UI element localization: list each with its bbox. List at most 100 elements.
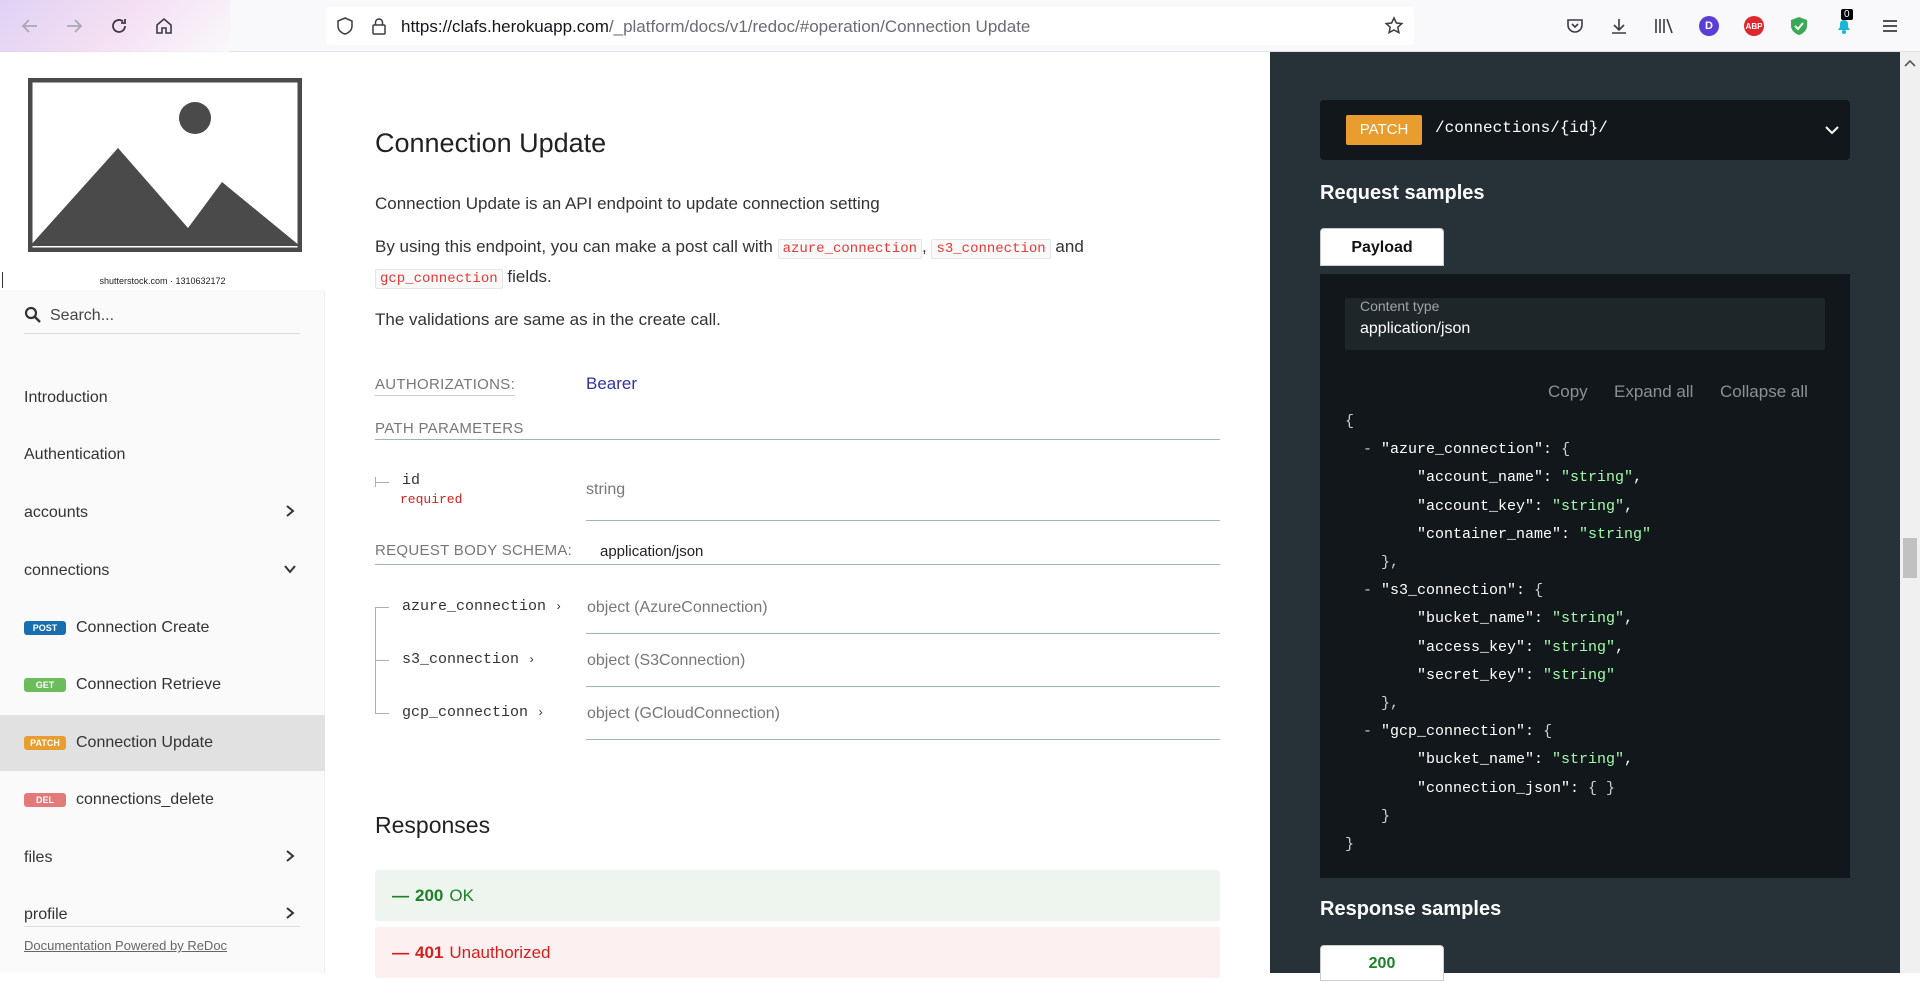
description-part: By using this endpoint, you can make a p… [375, 237, 773, 256]
response-200-row[interactable]: — 200 OK [375, 870, 1220, 921]
forward-button[interactable] [62, 14, 86, 38]
search-input[interactable] [50, 304, 290, 328]
logo: shutterstock.com · 1310632172 [0, 52, 325, 290]
param-name-label: gcp_connection [402, 704, 529, 721]
extension-d-icon[interactable]: D [1697, 14, 1721, 38]
response-200-tab[interactable]: 200 [1320, 945, 1444, 981]
request-body-schema-label: REQUEST BODY SCHEMA: [375, 542, 573, 559]
payload-tab[interactable]: Payload [1320, 228, 1444, 266]
sidebar: shutterstock.com · 1310632172 Introducti… [0, 52, 325, 973]
chevron-down-icon [284, 565, 296, 574]
reload-button[interactable] [107, 14, 131, 38]
tree-connector [375, 477, 376, 487]
responses-title: Responses [375, 812, 491, 838]
sidebar-item-connection-create[interactable]: POST Connection Create [0, 600, 325, 656]
param-s3-connection[interactable]: s3_connection › [402, 651, 535, 668]
samples-panel: PATCH /connections/{id}/ Request samples… [1270, 52, 1900, 981]
sidebar-item-introduction[interactable]: Introduction [0, 370, 325, 426]
chevron-right-icon [286, 850, 295, 862]
sidebar-item-connections-delete[interactable]: DEL connections_delete [0, 772, 325, 828]
shield-icon[interactable] [334, 15, 356, 37]
param-name-label: s3_connection [402, 651, 520, 668]
search-box[interactable] [24, 302, 300, 334]
pocket-icon[interactable] [1563, 14, 1587, 38]
home-button[interactable] [152, 14, 176, 38]
sidebar-item-label: Authentication [24, 446, 126, 463]
page-title: Connection Update [375, 128, 607, 158]
tree-connector [375, 660, 389, 661]
param-s3-type: object (S3Connection) [587, 652, 746, 669]
param-required: required [400, 492, 463, 507]
image-placeholder-icon [28, 78, 302, 252]
response-text: Unauthorized [449, 942, 551, 962]
response-401-row[interactable]: — 401 Unauthorized [375, 927, 1220, 978]
description-comma: , [922, 237, 927, 256]
endpoint-bar[interactable]: PATCH /connections/{id}/ [1320, 100, 1850, 160]
operation-content: Connection Update Connection Update is a… [325, 52, 1270, 978]
authorizations-label: AUTHORIZATIONS: [375, 376, 516, 396]
sidebar-item-accounts[interactable]: accounts [0, 485, 325, 541]
sidebar-item-authentication[interactable]: Authentication [0, 427, 325, 483]
sidebar-item-label: Connection Create [76, 619, 210, 636]
browser-toolbar: https://clafs.herokuapp.com/_platform/do… [0, 0, 1920, 52]
response-code: 200 [415, 885, 444, 905]
sidebar-item-connection-retrieve[interactable]: GET Connection Retrieve [0, 657, 325, 713]
notification-count: 0 [1841, 9, 1853, 20]
back-button[interactable] [18, 14, 42, 38]
chevron-right-icon [286, 907, 295, 919]
download-icon[interactable] [1607, 14, 1631, 38]
description-text: By using this endpoint, you can make a p… [375, 233, 1225, 293]
divider [375, 439, 1220, 440]
scrollbar[interactable] [1900, 52, 1920, 973]
description-suffix: fields. [507, 267, 552, 286]
collapse-all-button[interactable]: Collapse all [1720, 382, 1808, 402]
divider [586, 686, 1220, 687]
bearer-auth-link[interactable]: Bearer [586, 374, 637, 394]
patch-badge: PATCH [24, 736, 66, 750]
response-dash: — [392, 885, 409, 905]
code-s3-connection: s3_connection [931, 239, 1051, 259]
adblock-label: ABP [1744, 16, 1764, 36]
shield-check-icon[interactable] [1787, 14, 1811, 38]
divider [586, 633, 1220, 634]
divider [24, 926, 300, 927]
sidebar-item-files[interactable]: files [0, 830, 325, 886]
adblock-icon[interactable]: ABP [1742, 14, 1766, 38]
url-host: https://clafs.herokuapp.com [401, 17, 609, 36]
sidebar-item-connections[interactable]: connections [0, 543, 325, 599]
expand-all-button[interactable]: Expand all [1614, 382, 1693, 402]
code-sample: Content type application/json Copy Expan… [1320, 274, 1850, 878]
bookmark-star-icon[interactable] [1383, 15, 1405, 37]
post-badge: POST [24, 621, 66, 635]
sidebar-item-label: Connection Update [76, 734, 213, 751]
menu-hamburger-icon[interactable] [1878, 14, 1902, 38]
sidebar-item-connection-update[interactable]: PATCH Connection Update [0, 715, 325, 771]
text-cursor [2, 272, 3, 288]
sidebar-item-label: accounts [24, 504, 89, 521]
content-type-label: Content type [1360, 298, 1440, 314]
logo-caption: shutterstock.com · 1310632172 [99, 276, 226, 286]
param-id-name: id [402, 472, 421, 489]
sidebar-item-label: connections_delete [76, 791, 214, 808]
lock-icon[interactable] [368, 15, 390, 37]
library-icon[interactable] [1652, 14, 1676, 38]
content-type-select[interactable]: Content type application/json [1345, 298, 1825, 350]
url-bar[interactable]: https://clafs.herokuapp.com/_platform/do… [326, 7, 1414, 45]
sidebar-item-profile[interactable]: profile [0, 887, 325, 943]
url-text[interactable]: https://clafs.herokuapp.com/_platform/do… [401, 17, 1030, 37]
redoc-link[interactable]: Documentation Powered by ReDoc [24, 938, 227, 953]
param-azure-connection[interactable]: azure_connection › [402, 598, 562, 615]
param-gcp-connection[interactable]: gcp_connection › [402, 704, 544, 721]
chevron-down-icon [1825, 126, 1839, 135]
response-samples-title: Response samples [1320, 898, 1502, 920]
chevron-right-icon: › [555, 600, 563, 614]
chevron-right-icon [286, 505, 295, 517]
tree-connector [375, 607, 389, 608]
scroll-up-icon[interactable] [1904, 58, 1916, 70]
endpoint-path: /connections/{id}/ [1435, 119, 1608, 137]
tree-connector [375, 713, 389, 714]
copy-button[interactable]: Copy [1548, 382, 1588, 402]
arrow-right-icon [67, 19, 83, 33]
scroll-thumb[interactable] [1903, 538, 1917, 578]
method-badge: PATCH [1346, 115, 1422, 145]
